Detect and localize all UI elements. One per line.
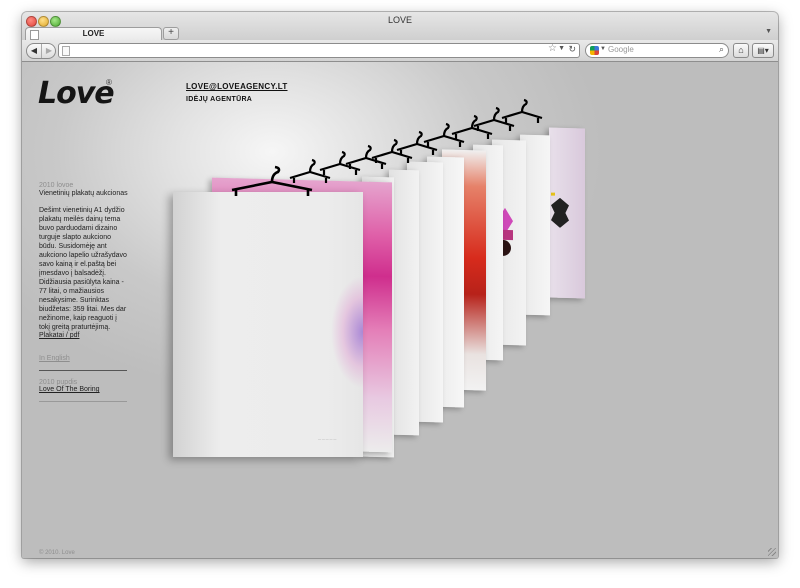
- title-bar: LOVE LOVE + ▼: [22, 12, 778, 41]
- page-icon: [62, 46, 70, 56]
- copyright: © 2010. Love: [39, 550, 75, 556]
- tab-love[interactable]: LOVE: [25, 27, 162, 41]
- hanger-icon: [451, 114, 493, 139]
- navigation-toolbar: ◀ ▶ ☆ ▼ ↻ ▼ Google ⌕ ⌂ ▤▾: [22, 40, 778, 62]
- nav-buttons: ◀ ▶: [26, 43, 56, 59]
- home-icon[interactable]: ⌂: [733, 43, 749, 58]
- hanger-icon: [423, 122, 465, 147]
- hanger-icon: [345, 144, 387, 169]
- reload-icon[interactable]: ↻: [568, 44, 576, 55]
- window-title: LOVE: [387, 15, 412, 25]
- address-bar[interactable]: ☆ ▼ ↻: [58, 43, 580, 58]
- bookmark-star-icon[interactable]: ☆: [548, 43, 557, 54]
- search-input[interactable]: Google: [608, 45, 634, 54]
- resize-grip-icon[interactable]: [768, 548, 776, 556]
- hanger-icon: [473, 106, 515, 131]
- bookmarks-menu-icon[interactable]: ▤▾: [752, 43, 774, 58]
- tab-list-chevron-icon[interactable]: ▼: [765, 28, 772, 35]
- poster-gallery: — — — — —: [22, 62, 778, 558]
- hanger-icon: [396, 130, 438, 155]
- browser-window: LOVE LOVE + ▼ ◀ ▶ ☆ ▼ ↻ ▼ Google ⌕ ⌂ ▤▾ …: [22, 12, 778, 558]
- google-icon[interactable]: [590, 46, 599, 55]
- hangers: [231, 98, 543, 196]
- back-arrow-icon[interactable]: ◀: [27, 44, 41, 58]
- hanger-icon: [231, 165, 313, 196]
- page-content: Love ® LOVE@LOVEAGENCY.LT IDĖJŲ AGENTŪRA…: [22, 62, 778, 558]
- new-tab-button[interactable]: +: [163, 27, 179, 40]
- search-engine-dropdown-icon[interactable]: ▼: [600, 46, 606, 52]
- hanger-icon: [319, 150, 361, 175]
- history-dropdown-icon[interactable]: ▼: [558, 45, 565, 52]
- hanger-icon: [501, 98, 543, 123]
- tab-label: LOVE: [82, 29, 105, 38]
- magnifier-icon[interactable]: ⌕: [719, 44, 724, 55]
- forward-arrow-icon[interactable]: ▶: [41, 44, 56, 58]
- search-bar[interactable]: ▼ Google ⌕: [585, 43, 729, 58]
- hanger-icon: [371, 138, 413, 163]
